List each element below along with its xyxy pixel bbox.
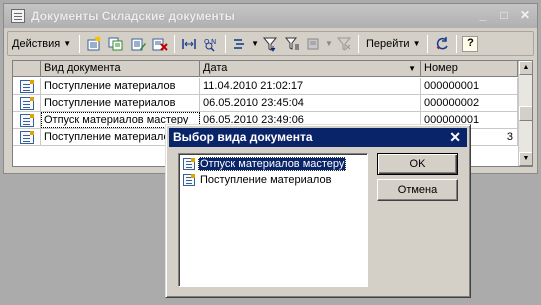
document-type-list[interactable]: Отпуск материалов мастеру Поступление ма… — [178, 153, 368, 287]
goto-menu-button[interactable]: Перейти ▼ — [362, 38, 425, 50]
svg-text:O: O — [204, 38, 210, 46]
cell-type: Поступление материалов — [41, 78, 200, 94]
column-header-number[interactable]: Номер — [421, 61, 518, 77]
list-item[interactable]: Поступление материалов — [183, 172, 333, 187]
document-icon — [183, 173, 195, 186]
window-title: Документы Складские документы — [31, 9, 235, 23]
ok-button[interactable]: OK — [377, 153, 458, 175]
header-icon-column — [13, 61, 41, 77]
cell-number: 000000002 — [421, 95, 518, 111]
maximize-button[interactable]: □ — [496, 8, 512, 22]
filter-mgr-icon[interactable] — [305, 35, 323, 53]
list-item-selected[interactable]: Отпуск материалов мастеру — [183, 156, 347, 171]
chevron-down-icon: ▼ — [63, 39, 72, 48]
dialog-close-button[interactable]: ✕ — [449, 128, 461, 147]
document-icon — [183, 157, 195, 170]
document-icon — [19, 96, 34, 110]
goto-label: Перейти — [365, 37, 410, 50]
select-document-type-dialog: Выбор вида документа ✕ Отпуск материалов… — [165, 124, 471, 298]
struct-icon[interactable] — [231, 35, 249, 53]
cancel-button[interactable]: Отмена — [377, 179, 458, 201]
document-icon — [19, 79, 34, 93]
add-icon[interactable] — [85, 35, 103, 53]
scroll-up-button[interactable]: ▲ — [519, 61, 532, 75]
document-icon — [19, 113, 34, 127]
document-list-icon — [11, 9, 25, 23]
filter-list-icon[interactable] — [283, 35, 301, 53]
column-header-date[interactable]: Дата ▼ — [200, 61, 421, 77]
actions-menu-button[interactable]: Действия ▼ — [12, 38, 76, 50]
close-button[interactable]: ✕ — [517, 8, 533, 22]
toolbar-separator — [357, 34, 359, 53]
edit-icon[interactable] — [129, 35, 147, 53]
cell-date: 06.05.2010 23:45:04 — [200, 95, 421, 111]
dialog-titlebar[interactable]: Выбор вида документа ✕ — [169, 128, 467, 147]
chevron-down-icon: ▼ — [412, 39, 421, 48]
chevron-down-icon[interactable]: ▼ — [251, 39, 259, 48]
column-header-type[interactable]: Вид документа — [41, 61, 200, 77]
list-item-label: Поступление материалов — [200, 173, 332, 186]
column-header-date-label: Дата — [203, 62, 228, 74]
minimize-button[interactable]: _ — [475, 8, 491, 22]
toolbar-separator — [174, 34, 176, 53]
filter-off-icon[interactable] — [335, 35, 353, 53]
actions-label: Действия — [12, 37, 61, 50]
table-header: Вид документа Дата ▼ Номер — [13, 61, 518, 77]
scroll-thumb[interactable] — [519, 106, 532, 121]
toolbar-separator — [456, 34, 458, 53]
toolbar-separator — [427, 34, 429, 53]
help-icon[interactable]: ? — [462, 35, 479, 52]
filter-icon[interactable] — [261, 35, 279, 53]
toolbar-separator — [225, 34, 227, 53]
toolbar-separator — [79, 34, 81, 53]
document-icon-cell — [13, 129, 41, 145]
table-row[interactable]: Поступление материалов 06.05.2010 23:45:… — [13, 95, 518, 112]
scroll-down-button[interactable]: ▼ — [519, 152, 532, 166]
list-item-label: Отпуск материалов мастеру — [198, 156, 347, 171]
refresh-icon[interactable] — [433, 35, 451, 53]
cell-date: 11.04.2010 21:02:17 — [200, 78, 421, 94]
copy-icon[interactable] — [107, 35, 125, 53]
window-titlebar[interactable]: Документы Складские документы _ □ ✕ — [4, 4, 537, 28]
period-icon[interactable] — [180, 35, 198, 53]
delete-icon[interactable] — [151, 35, 169, 53]
document-icon — [19, 130, 34, 144]
document-icon-cell — [13, 78, 41, 94]
cell-number: 000000001 — [421, 78, 518, 94]
cell-type: Поступление материалов — [41, 95, 200, 111]
sort-descending-icon: ▼ — [408, 64, 416, 73]
document-icon-cell — [13, 95, 41, 111]
vertical-scrollbar[interactable]: ▲ ▼ — [518, 61, 532, 166]
table-row[interactable]: Поступление материалов 11.04.2010 21:02:… — [13, 78, 518, 95]
toolbar: Действия ▼ ON ▼ ▼ Перейти ▼ ? — [7, 31, 534, 56]
document-icon-cell — [13, 112, 41, 128]
dialog-title: Выбор вида документа — [173, 130, 313, 144]
chevron-down-icon[interactable]: ▼ — [325, 39, 333, 48]
find-icon[interactable]: ON — [202, 35, 220, 53]
